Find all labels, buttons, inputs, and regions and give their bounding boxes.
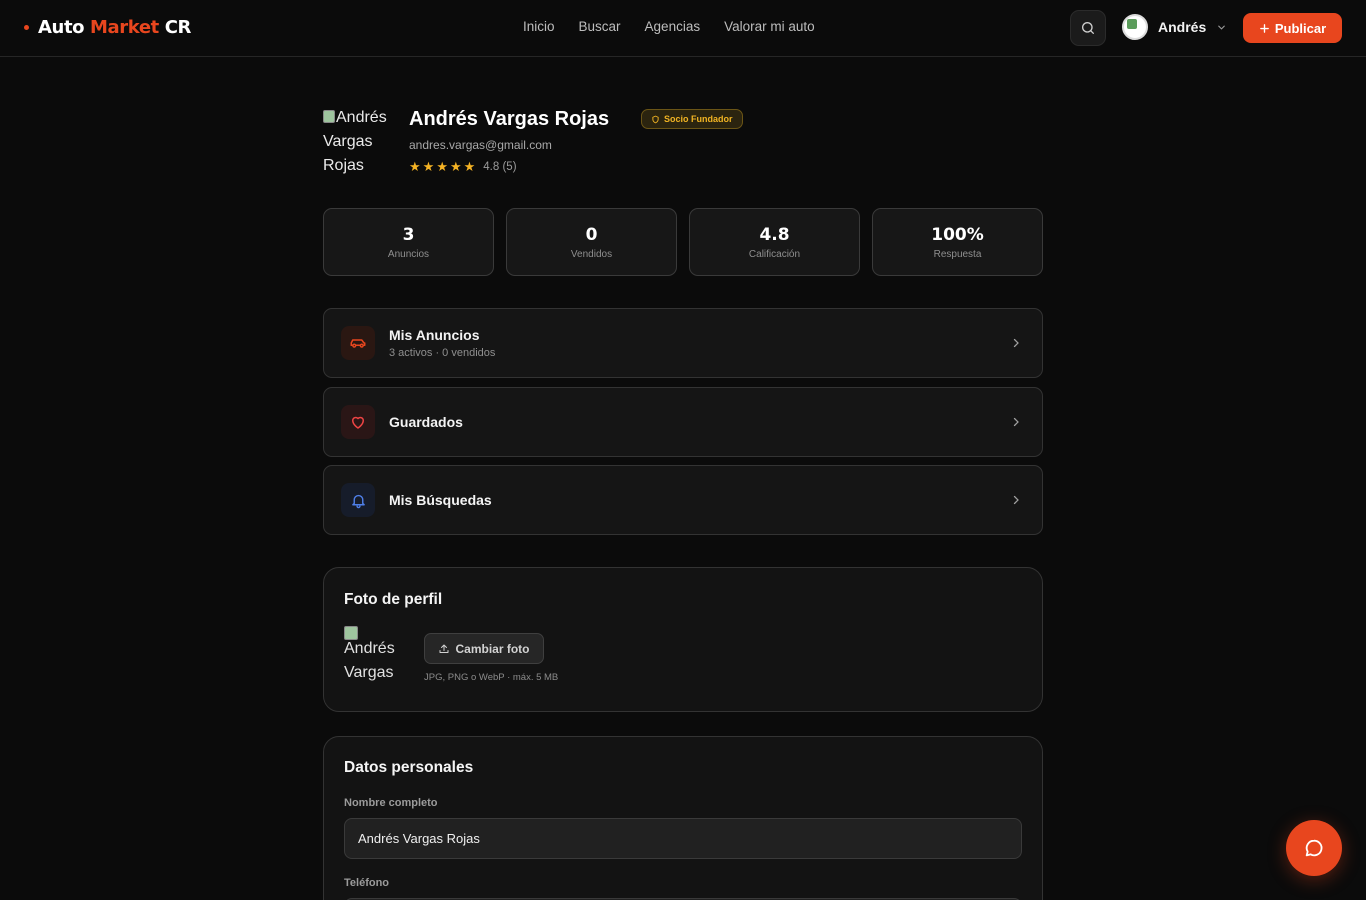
menu-title: Guardados xyxy=(389,414,463,430)
menu-title: Mis Búsquedas xyxy=(389,492,492,508)
car-icon xyxy=(350,339,366,348)
user-name: Andrés xyxy=(1158,19,1207,35)
brand-dot xyxy=(24,25,29,30)
menu-subtitle: 3 activos · 0 vendidos xyxy=(389,347,496,359)
plus-icon xyxy=(1259,23,1269,33)
menu-text: Mis Anuncios 3 activos · 0 vendidos xyxy=(389,327,495,359)
stat-label: Respuesta xyxy=(933,248,982,260)
stat-calificacion: 4.8 Calificación xyxy=(689,208,860,276)
avatar xyxy=(1122,14,1148,40)
user-menu[interactable]: Andrés xyxy=(1122,14,1227,40)
photo-preview-alt: Andrés Vargas xyxy=(344,640,395,681)
top-navbar: Auto Market CR Inicio Buscar Agencias Va… xyxy=(0,0,1366,57)
star-icon: ★ xyxy=(463,159,476,174)
profile-name: Andrés Vargas Rojas xyxy=(409,108,610,130)
star-icon: ★ xyxy=(409,159,421,174)
nav-link-agencias[interactable]: Agencias xyxy=(645,19,701,34)
status-badge: Socio Fundador xyxy=(641,109,743,129)
photo-hint: JPG, PNG o WebP · máx. 5 MB xyxy=(424,672,559,683)
phone-label: Teléfono xyxy=(344,877,390,889)
full-name-field[interactable] xyxy=(344,818,1022,859)
bell-icon xyxy=(351,494,365,508)
chevron-right-icon xyxy=(1013,495,1019,505)
change-photo-label: Cambiar foto xyxy=(455,641,530,656)
star-icon: ★ xyxy=(449,159,462,174)
menu-icon-wrap xyxy=(341,326,375,360)
stat-label: Anuncios xyxy=(387,248,430,260)
personal-data-panel: Datos personales Nombre completo Teléfon… xyxy=(323,736,1043,900)
profile-avatar: Andrés Vargas Rojas xyxy=(323,106,397,178)
stat-value: 100% xyxy=(931,224,984,245)
brand-logo[interactable]: Auto Market CR xyxy=(24,17,191,38)
upload-icon xyxy=(439,644,449,653)
publish-button[interactable]: Publicar xyxy=(1243,13,1342,43)
search-icon xyxy=(1082,22,1094,34)
chevron-down-icon xyxy=(1218,25,1226,30)
menu-text: Mis Búsquedas xyxy=(389,492,492,508)
menu-text: Guardados xyxy=(389,414,463,430)
heart-icon xyxy=(352,416,364,429)
rating: ★ ★ ★ ★ ★ 4.8 (5) xyxy=(409,159,517,174)
nav-link-buscar[interactable]: Buscar xyxy=(579,19,621,34)
stat-label: Vendidos xyxy=(570,248,613,260)
chat-button[interactable] xyxy=(1286,820,1342,876)
broken-image-icon xyxy=(344,626,358,640)
nav-link-valorar[interactable]: Valorar mi auto xyxy=(724,19,815,34)
chevron-right-icon xyxy=(1013,338,1019,348)
menu-title: Mis Anuncios xyxy=(389,327,480,343)
brand-name: Auto Market CR xyxy=(38,17,191,38)
broken-image-icon xyxy=(323,110,335,123)
profile-photo-preview: Andrés Vargas xyxy=(344,626,408,685)
stats-row: 3 Anuncios 0 Vendidos 4.8 Calificación 1… xyxy=(323,208,1043,276)
section-title: Datos personales xyxy=(344,759,474,776)
chat-icon xyxy=(1305,839,1323,857)
nav-link-inicio[interactable]: Inicio xyxy=(523,19,555,34)
star-icon: ★ xyxy=(422,159,435,174)
menu-item-mis-busquedas[interactable]: Mis Búsquedas xyxy=(323,465,1043,535)
menu-icon-wrap xyxy=(341,483,375,517)
profile-photo-panel: Foto de perfil Andrés Vargas Cambiar fot… xyxy=(323,567,1043,712)
menu-item-mis-anuncios[interactable]: Mis Anuncios 3 activos · 0 vendidos xyxy=(323,308,1043,378)
stat-vendidos: 0 Vendidos xyxy=(506,208,677,276)
stat-label: Calificación xyxy=(748,248,801,260)
menu-icon-wrap xyxy=(341,405,375,439)
chevron-right-icon xyxy=(1013,417,1019,427)
stat-anuncios: 3 Anuncios xyxy=(323,208,494,276)
menu-item-guardados[interactable]: Guardados xyxy=(323,387,1043,457)
stat-value: 4.8 xyxy=(759,224,790,245)
change-photo-button[interactable]: Cambiar foto xyxy=(424,633,544,664)
full-name-label: Nombre completo xyxy=(344,797,438,809)
search-button[interactable] xyxy=(1070,10,1106,46)
stat-respuesta: 100% Respuesta xyxy=(872,208,1043,276)
section-title: Foto de perfil xyxy=(344,591,443,608)
publish-label: Publicar xyxy=(1274,20,1327,36)
main-nav: Inicio Buscar Agencias Valorar mi auto xyxy=(523,19,815,34)
stat-value: 0 xyxy=(585,224,598,245)
badge-label: Socio Fundador xyxy=(664,114,733,124)
shield-icon xyxy=(652,115,659,123)
profile-email: andres.vargas@gmail.com xyxy=(409,138,552,152)
rating-text: 4.8 (5) xyxy=(483,160,517,173)
star-icon: ★ xyxy=(436,159,448,174)
stat-value: 3 xyxy=(402,224,415,245)
